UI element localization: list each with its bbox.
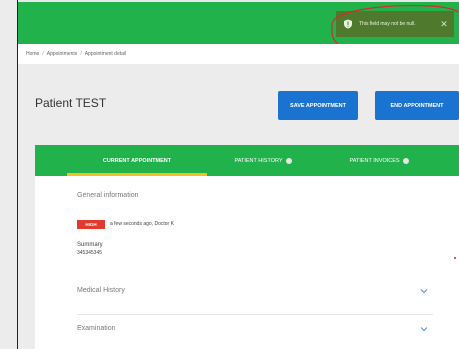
appointment-meta: a few seconds ago, Doctor K xyxy=(110,221,174,227)
tab-patient-history[interactable]: PATIENT HISTORY xyxy=(207,145,319,176)
breadcrumb-current: Appointment detail xyxy=(84,51,127,57)
tab-bar: CURRENT APPOINTMENT PATIENT HISTORY PATI… xyxy=(35,145,459,176)
breadcrumb-home[interactable]: Home xyxy=(26,51,39,57)
examination-header[interactable]: Examination xyxy=(77,325,116,332)
summary-label: Summary xyxy=(77,242,103,248)
tab-current-appointment[interactable]: CURRENT APPOINTMENT xyxy=(67,145,207,176)
tab-label: PATIENT HISTORY xyxy=(234,157,283,164)
appointment-card: General information HIGH a few seconds a… xyxy=(35,176,459,349)
app-window: This field may not be null. ✕ Home / App… xyxy=(18,0,459,349)
tab-label: CURRENT APPOINTMENT xyxy=(102,157,172,164)
chevron-down-icon[interactable] xyxy=(420,326,428,332)
save-appointment-button[interactable]: SAVE APPOINTMENT xyxy=(278,91,358,120)
close-icon[interactable]: ✕ xyxy=(440,20,448,29)
breadcrumb-separator: / xyxy=(80,51,82,57)
top-navbar: This field may not be null. ✕ xyxy=(18,0,459,44)
section-divider xyxy=(77,314,433,315)
red-dot-marker xyxy=(454,257,456,259)
page-title: Patient TEST xyxy=(35,96,107,110)
breadcrumb: Home / Appointments / Appointment detail xyxy=(18,44,459,64)
tab-label: PATIENT INVOICES xyxy=(349,157,400,164)
end-appointment-button[interactable]: END APPOINTMENT xyxy=(375,91,459,120)
priority-badge: HIGH xyxy=(77,220,105,229)
general-information-title: General information xyxy=(77,192,139,199)
breadcrumb-appointments[interactable]: Appointments xyxy=(47,51,78,57)
tab-badge-icon xyxy=(402,157,409,164)
summary-value: 345345345 xyxy=(77,250,103,256)
toast-message: This field may not be null. xyxy=(359,21,416,27)
tab-badge-icon xyxy=(285,157,292,164)
shield-alert-icon xyxy=(344,19,352,29)
breadcrumb-separator: / xyxy=(42,51,44,57)
medical-history-header[interactable]: Medical History xyxy=(77,287,125,294)
chevron-down-icon[interactable] xyxy=(420,288,428,294)
tab-patient-invoices[interactable]: PATIENT INVOICES xyxy=(319,145,439,176)
error-toast: This field may not be null. ✕ xyxy=(336,11,454,37)
